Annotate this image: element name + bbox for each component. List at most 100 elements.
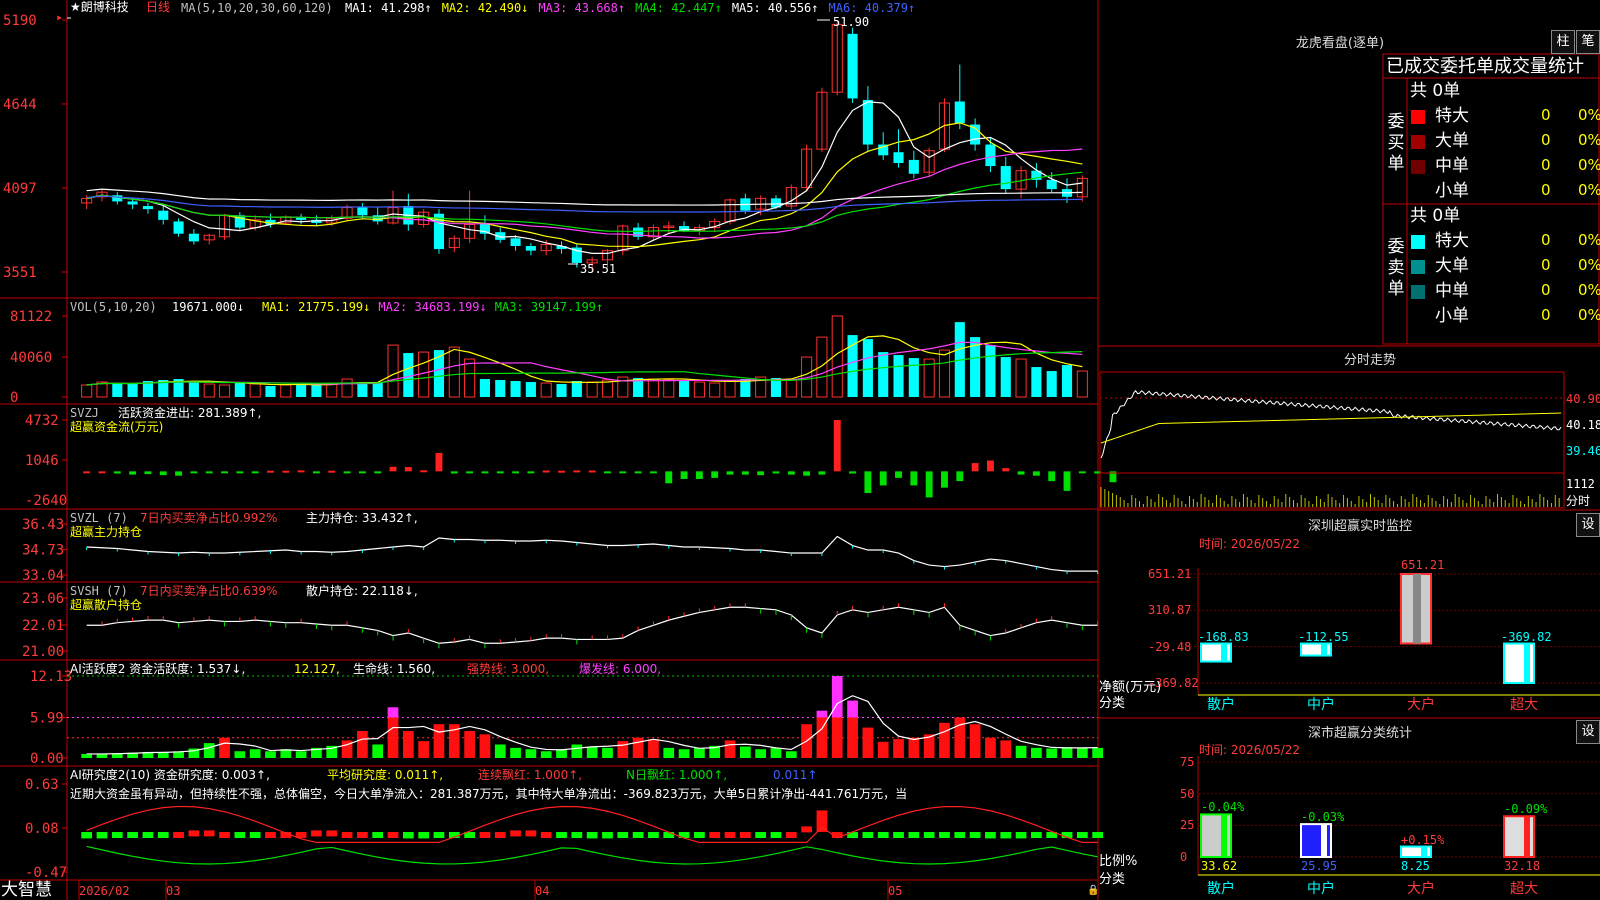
order-type-label: 小单: [1435, 181, 1469, 201]
svzj-bar: [986, 460, 994, 472]
svzj-bar: [573, 470, 581, 473]
vol-bar: [234, 383, 245, 397]
classify-category-label: 分类: [1099, 872, 1126, 887]
vol-bar: [862, 339, 873, 397]
svzj-bar: [1032, 471, 1040, 476]
ai2-bar: [234, 832, 246, 838]
vol-bar: [525, 382, 536, 397]
tick-mode-button[interactable]: 笔: [1576, 30, 1600, 54]
vol-bar: [571, 381, 582, 397]
ai1-bar: [219, 737, 230, 758]
classify-axis-label: 比例%: [1099, 854, 1138, 869]
monitor-category: 散户: [1207, 697, 1235, 713]
vol-bar: [448, 346, 460, 398]
vol-bar: [647, 378, 659, 398]
vol-header: VOL(5,10,20): [70, 300, 157, 314]
svzj-bar: [941, 471, 948, 488]
vertical-char: 委: [1387, 237, 1405, 257]
svzj-bar: [312, 471, 320, 474]
svzj-bar: [665, 471, 673, 484]
svzj-bar: [925, 471, 933, 498]
bar-mode-button[interactable]: 柱: [1551, 30, 1575, 54]
ai1-bar-top: [816, 710, 828, 718]
vertical-char: 委: [1387, 112, 1405, 132]
ai2-bar: [694, 832, 705, 838]
vol-bar: [311, 385, 322, 397]
vol-bar: [985, 345, 996, 397]
svzj-bar: [588, 470, 596, 473]
classify-pct-label: -0.03%: [1301, 810, 1345, 825]
vol-bar: [785, 379, 797, 398]
ai2-bar: [862, 832, 874, 838]
intraday-vol-tick: 1112: [1566, 477, 1595, 491]
vol-bar: [203, 383, 215, 398]
svzj-bar: [267, 470, 274, 473]
candle-body: [525, 246, 536, 251]
svzj-bar: [496, 471, 504, 474]
chart-canvas[interactable]: 5190 4644 4097 3551 ▸ 81122 40060 0 4732 1046 -264…: [0, 0, 1600, 900]
ai2-bar: [877, 832, 889, 838]
intraday-title: 分时走势: [1343, 353, 1396, 368]
vol-tick: 40060: [10, 350, 52, 366]
ai2-bar: [525, 830, 537, 837]
intraday-tick-mid: 40.18: [1566, 418, 1600, 432]
ai2-tick: 0.08: [25, 821, 59, 837]
ma-legend-item: MA1: 41.298↑: [345, 1, 432, 15]
svzj-bar: [711, 471, 719, 478]
monitor-value-label: -112.55: [1298, 629, 1349, 644]
order-type-label: 小单: [1435, 306, 1469, 326]
svzj-bar: [404, 467, 412, 472]
ai1-bar: [387, 717, 399, 758]
svzj-bar: [849, 471, 857, 474]
ai1-bar: [739, 746, 751, 758]
period-label[interactable]: 日线: [146, 0, 170, 14]
svzj-bar: [741, 471, 749, 475]
candle-body: [142, 206, 153, 210]
vol-bar: [188, 382, 199, 397]
order-type-label: 特大: [1435, 231, 1469, 251]
svzj-bar: [1063, 471, 1071, 491]
svzl-ratio: 7日内买卖净占比0.992%: [140, 511, 278, 525]
buy-orders-label: 委买单: [1386, 112, 1406, 175]
intraday-frame: [1099, 371, 1565, 509]
time-label-start: 2026/02: [79, 884, 130, 898]
vol-bar: [249, 383, 261, 398]
svzj-bar: [175, 471, 183, 476]
ai1-bar: [433, 724, 445, 758]
vol-bar: [908, 358, 919, 397]
ai1-tick: 12.13: [30, 669, 72, 685]
ai1-bar: [510, 747, 521, 758]
candle-body: [158, 210, 169, 220]
ai2-bar: [816, 810, 828, 832]
svzj-bar: [420, 470, 428, 473]
candle-body: [908, 159, 919, 174]
svzj-bar: [221, 471, 228, 474]
classify-category: 中户: [1307, 881, 1335, 897]
ma-line: [86, 101, 1083, 254]
ai2-bar: [203, 830, 215, 837]
ai1-bar: [785, 751, 797, 758]
ai2-bar: [142, 832, 154, 838]
monitor-settings-button[interactable]: 设: [1576, 513, 1600, 537]
order-color-swatch: [1411, 135, 1425, 149]
order-volume: 0: [1541, 131, 1551, 149]
vol-bar: [663, 379, 675, 398]
svzj-bar: [129, 471, 137, 475]
ai2-comment: 近期大资金虽有异动，但持续性不强，总体偏空，今日大单净流入：281.387万元，…: [70, 787, 908, 801]
ai1-bar: [586, 746, 598, 758]
intraday-vol-label: 分时: [1566, 494, 1591, 508]
ai1-bar: [862, 727, 874, 758]
brand-logo[interactable]: 大智慧: [1, 881, 52, 900]
ai2-bar: [893, 832, 904, 838]
ai1-bar: [157, 752, 169, 758]
svzl-tick: 33.04: [22, 568, 64, 584]
ai1-bar: [877, 741, 889, 758]
monitor-category: 超大: [1510, 697, 1538, 713]
vol-ma-line: [86, 335, 1083, 386]
ai2-avg: 平均研究度: 0.011↑,: [327, 768, 444, 782]
classify-tick: 0: [1180, 850, 1188, 864]
ma-legend: MA1: 41.298↑ MA2: 42.490↓ MA3: 43.668↑ MA4:…: [345, 1, 925, 15]
classify-settings-button[interactable]: 设: [1576, 720, 1600, 744]
ai1-bar: [617, 741, 629, 758]
svzj-bar: [971, 463, 979, 472]
